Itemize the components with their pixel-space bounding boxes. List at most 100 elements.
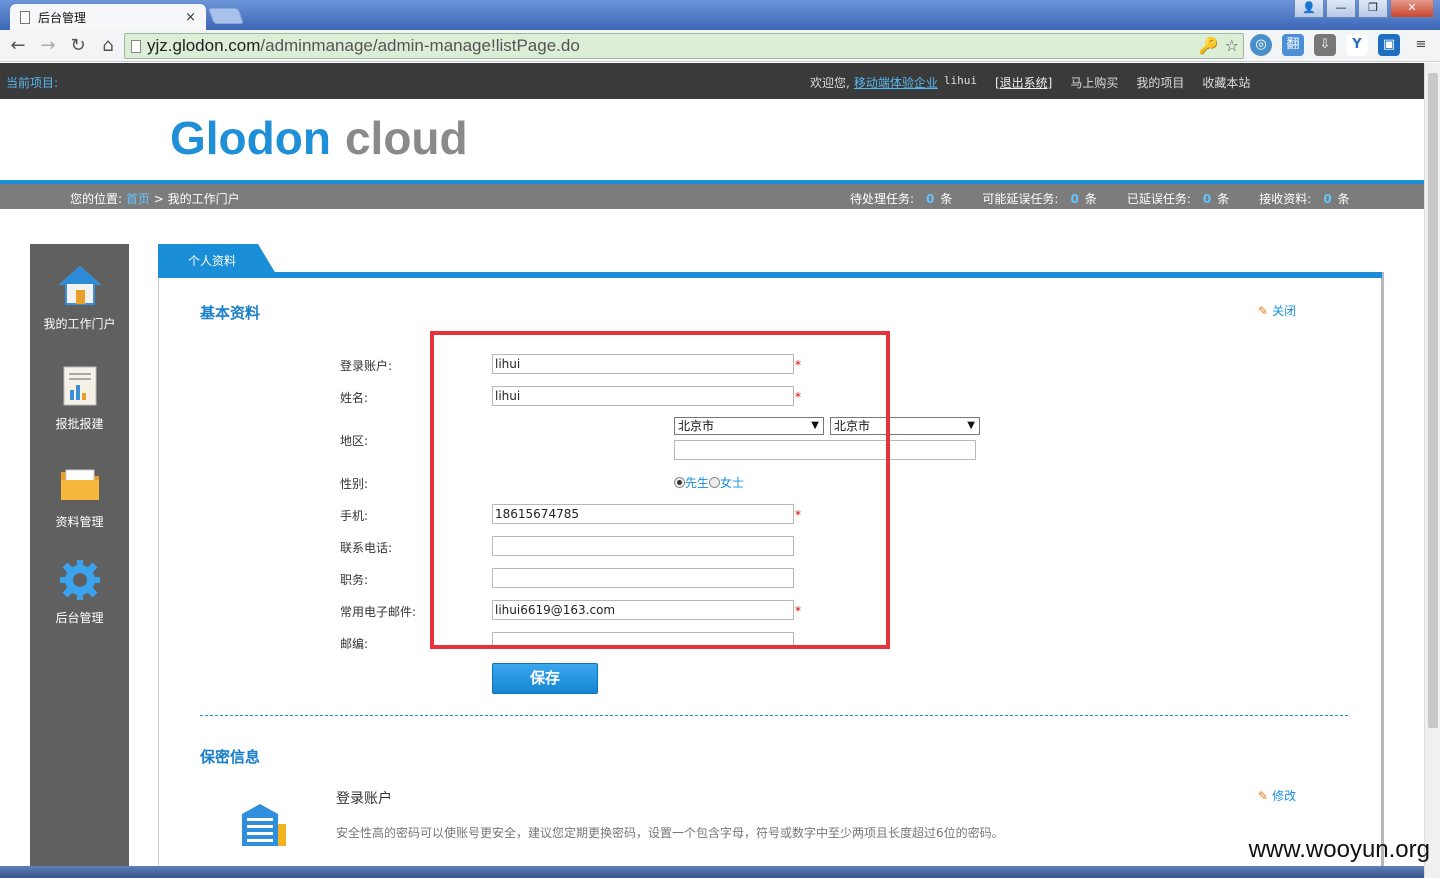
breadcrumb-home-link[interactable]: 首页 [126,192,150,206]
stat-label: 接收资料: [1259,192,1312,206]
security-account-title: 登录账户 [336,791,392,807]
company-link[interactable]: 移动端体验企业 [854,74,938,91]
position-input[interactable] [492,568,794,588]
buy-link[interactable]: 马上购买 [1070,74,1118,91]
key-icon[interactable]: 🔑 [1199,36,1219,55]
form-row-position: 职务: [340,568,820,590]
gender-label: 性别: [340,477,369,491]
breadcrumb-prefix: 您的位置: [70,192,123,206]
stat-unit: 条 [1217,192,1230,206]
form-row-name: 姓名: * [340,386,820,408]
sidebar-item-documents[interactable]: 资料管理 [30,462,129,530]
form-row-region: 地区: 北京市 ▼ 北京市 ▼ [340,417,980,461]
city-select[interactable]: 北京市 ▼ [830,417,980,435]
glodon-cloud-logo[interactable]: Glodon cloud [170,111,468,165]
url-host: yjz.glodon.com [147,36,261,55]
browser-tab-title: 后台管理 [38,10,87,25]
tab-close-icon[interactable]: × [185,10,196,25]
form-row-phone: 联系电话: [340,536,820,558]
required-mark: * [795,508,801,522]
my-projects-link[interactable]: 我的项目 [1136,74,1184,91]
edit-link[interactable]: ✎ 修改 [1258,787,1296,804]
restore-button[interactable]: ❐ [1358,0,1388,18]
mobile-input[interactable] [492,504,794,524]
extension-translate-icon[interactable]: 翻 [1282,34,1304,56]
site-top-bar: 当前项目: 欢迎您, 移动端体验企业 lihui [退出系统] 马上购买 我的项… [0,63,1424,99]
menu-icon[interactable]: ≡ [1410,34,1432,56]
stat-value: 0 [1323,192,1332,206]
logout-link[interactable]: [退出系统] [995,74,1052,91]
stat-unit: 条 [1084,192,1097,206]
stat-received[interactable]: 接收资料: 0 条 [1259,190,1349,207]
address-bar-icons: 🔑 ☆ [1199,36,1239,55]
address-bar[interactable]: yjz.glodon.com/adminmanage/admin-manage!… [124,33,1244,59]
sidebar-item-work-portal[interactable]: 我的工作门户 [30,264,129,332]
gender-female-label[interactable]: 女士 [720,476,744,490]
required-mark: * [795,358,801,372]
gear-icon [59,560,100,600]
stat-label: 待处理任务: [850,192,915,206]
forward-icon[interactable]: → [36,34,60,58]
breadcrumb-current: 我的工作门户 [167,192,240,206]
browser-tab[interactable]: 后台管理 × [10,4,206,30]
scrollbar-thumb[interactable] [1428,73,1438,728]
sidebar-item-label: 报批报建 [55,417,104,431]
watermark: www.wooyun.org [1248,836,1430,863]
chevron-down-icon: ▼ [811,420,819,431]
stat-value: 0 [1202,192,1212,206]
new-tab-button[interactable] [208,8,244,24]
reload-icon[interactable]: ↻ [66,34,90,58]
user-icon[interactable]: 👤 [1294,0,1324,18]
province-value: 北京市 [678,419,715,433]
account-input[interactable] [492,354,794,374]
sidebar-item-approval[interactable]: 报批报建 [30,364,129,432]
chevron-down-icon: ▼ [967,420,975,431]
extension-y-icon[interactable]: Y [1346,34,1368,56]
address-input[interactable] [674,440,976,460]
section-divider [200,715,1348,716]
left-sidebar: 我的工作门户 报批报建 资料管理 后台管理 [30,244,129,878]
name-label: 姓名: [340,391,369,405]
email-input[interactable] [492,600,794,620]
minimize-button[interactable]: — [1326,0,1356,18]
current-project-label[interactable]: 当前项目: [6,74,58,91]
top-user-links: 欢迎您, 移动端体验企业 lihui [退出系统] 马上购买 我的项目 收藏本站 [810,74,1268,91]
bookmark-link[interactable]: 收藏本站 [1202,74,1250,91]
stat-delayed[interactable]: 已延误任务: 0 条 [1127,190,1229,207]
page-scrollbar[interactable] [1424,63,1440,878]
stat-pending[interactable]: 待处理任务: 0 条 [850,190,952,207]
form-row-mobile: 手机: * [340,504,820,526]
extension-circle-icon[interactable]: ◎ [1250,34,1272,56]
extension-book-icon[interactable]: ▣ [1378,34,1400,56]
back-icon[interactable]: ← [6,34,30,58]
close-window-button[interactable]: ✕ [1390,0,1434,18]
sidebar-item-label: 后台管理 [55,611,104,625]
gender-female-radio[interactable] [709,477,721,488]
name-input[interactable] [492,386,794,406]
save-button[interactable]: 保存 [492,663,598,694]
logo-part-cloud: cloud [344,112,468,164]
pencil-icon: ✎ [1258,789,1269,803]
province-select[interactable]: 北京市 ▼ [674,417,824,435]
download-icon[interactable]: ⇩ [1314,34,1336,56]
close-link[interactable]: ✎ 关闭 [1258,302,1296,319]
url-text[interactable]: yjz.glodon.com/adminmanage/admin-manage!… [147,36,580,56]
welcome-text: 欢迎您, [810,76,850,90]
gender-male-radio[interactable] [674,477,685,488]
window-controls: 👤 — ❐ ✕ [1294,0,1434,18]
star-icon[interactable]: ☆ [1225,36,1239,55]
page-icon [131,39,141,53]
phone-input[interactable] [492,536,794,556]
city-value: 北京市 [834,419,871,433]
home-icon[interactable]: ⌂ [96,34,120,58]
position-label: 职务: [340,573,369,587]
close-label: 关闭 [1272,304,1297,318]
gender-male-label[interactable]: 先生 [685,476,709,490]
mobile-label: 手机: [340,509,369,523]
zip-input[interactable] [492,632,794,646]
stat-label: 可能延误任务: [982,192,1059,206]
report-icon [63,366,96,406]
stat-may-delay[interactable]: 可能延误任务: 0 条 [982,190,1096,207]
tab-profile[interactable]: 个人资料 [158,244,276,274]
sidebar-item-admin[interactable]: 后台管理 [30,558,129,626]
